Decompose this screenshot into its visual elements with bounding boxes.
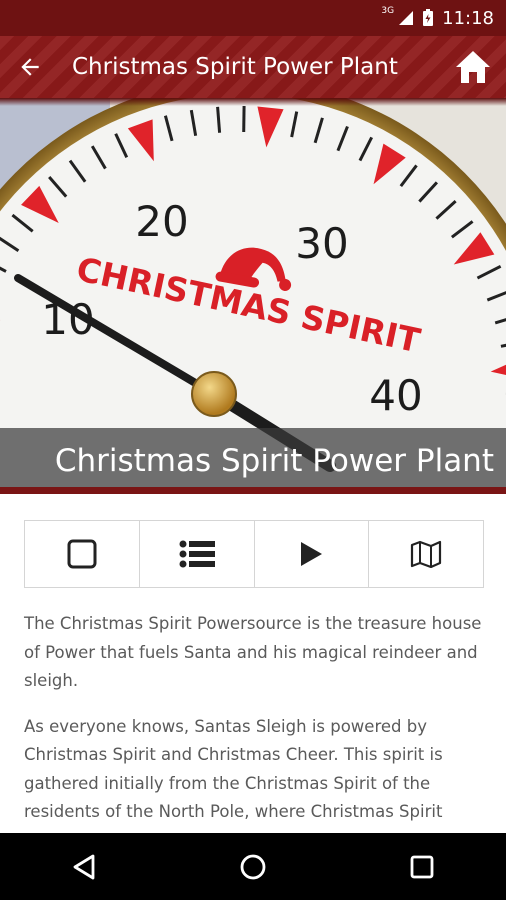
home-circle-icon xyxy=(240,854,266,879)
back-triangle-icon xyxy=(73,854,95,879)
paragraph: The Christmas Spirit Powersource is the … xyxy=(24,614,482,690)
network-type: 3G xyxy=(381,6,395,16)
checkbox-button[interactable] xyxy=(25,521,140,587)
page-title: Christmas Spirit Power Plant xyxy=(72,54,398,80)
home-button[interactable] xyxy=(450,44,496,90)
recents-square-icon xyxy=(410,855,434,878)
list-icon xyxy=(179,540,215,568)
gauge-number: 30 xyxy=(295,219,348,268)
play-button[interactable] xyxy=(255,521,370,587)
arrow-left-icon xyxy=(21,58,39,76)
hero-divider xyxy=(0,487,506,494)
gauge-minor-tick xyxy=(216,106,222,133)
status-bar: 3G 11:18 xyxy=(0,0,506,36)
back-button[interactable] xyxy=(8,45,52,89)
nav-back-button[interactable] xyxy=(54,837,114,897)
paragraph: As everyone knows, Santas Sleigh is powe… xyxy=(24,716,443,822)
app-bar: Christmas Spirit Power Plant xyxy=(0,36,506,98)
hero-shadow xyxy=(0,98,506,106)
status-icons: 3G 11:18 xyxy=(381,0,494,36)
gauge-number: 20 xyxy=(135,197,188,246)
map-button[interactable] xyxy=(369,521,483,587)
gauge-hub xyxy=(191,371,237,417)
battery-icon xyxy=(423,9,434,26)
list-button[interactable] xyxy=(140,521,255,587)
system-nav-bar xyxy=(0,833,506,900)
gauge-number: 40 xyxy=(369,371,422,420)
nav-home-button[interactable] xyxy=(223,837,283,897)
description: The Christmas Spirit Powersource is the … xyxy=(24,610,484,844)
home-icon xyxy=(456,51,490,83)
play-icon xyxy=(301,542,323,566)
nav-recents-button[interactable] xyxy=(392,837,452,897)
action-toolbar xyxy=(24,520,484,588)
hero-caption: Christmas Spirit Power Plant xyxy=(54,443,494,479)
hero-image: 10 20 30 40 CHRISTMAS SPIRIT Christmas Spir… xyxy=(0,98,506,494)
map-icon xyxy=(411,540,442,568)
signal-icon xyxy=(399,11,414,25)
checkbox-icon xyxy=(67,539,97,569)
clock: 11:18 xyxy=(442,7,494,29)
